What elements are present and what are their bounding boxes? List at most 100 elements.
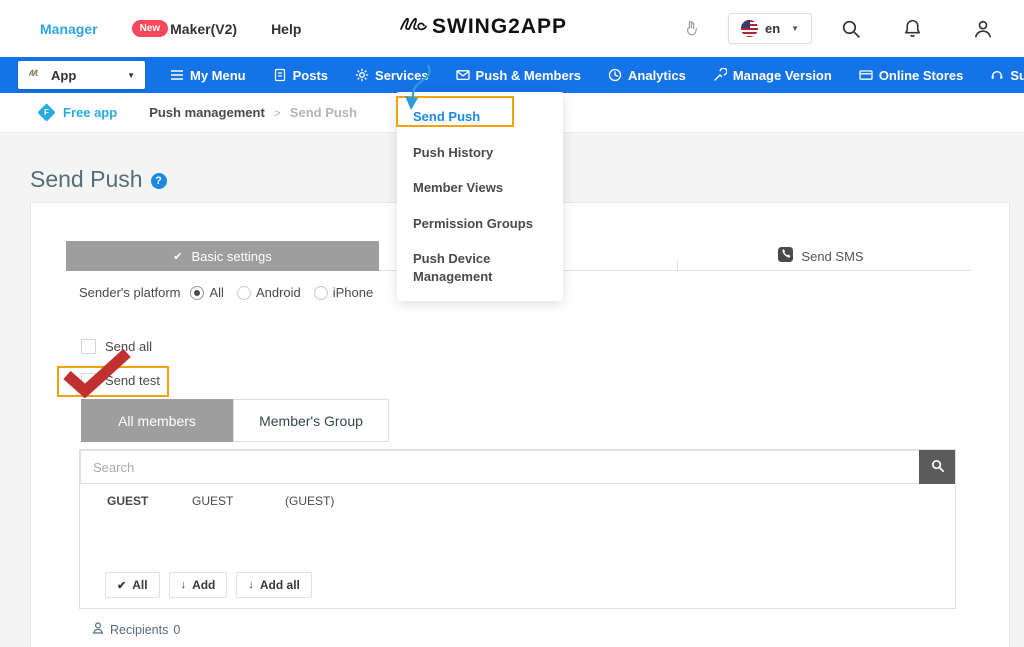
nav-label: Posts [293,68,328,83]
tab-all-members[interactable]: All members [81,399,233,442]
radio-all-control[interactable] [190,286,204,300]
nav-item-manage-version[interactable]: Manage Version [713,68,832,83]
nav-label: Services [375,68,429,83]
send-all-checkbox-row[interactable]: Send all [81,339,152,354]
send-test-checkbox[interactable] [81,373,96,388]
app-selector-label: App [51,68,119,83]
member-row[interactable]: GUEST GUEST (GUEST) [80,494,955,514]
tab-members-group-label: Member's Group [259,413,363,429]
top-header: Manager New Maker(V2) Help SWING2APP [0,0,1024,57]
down-arrow-icon: ↓ [248,579,254,591]
page-title-text: Send Push [30,166,143,193]
member-search-panel: GUEST GUEST (GUEST) ✔ All ↓ Add ↓ Add al… [79,449,956,609]
radio-iphone-control[interactable] [314,286,328,300]
app-selector[interactable]: App ▼ [18,61,145,89]
select-all-button[interactable]: ✔ All [105,572,160,598]
tab-send-sms[interactable]: Send SMS [671,241,971,271]
add-label: Add [192,578,215,592]
menu-icon [170,68,184,82]
headset-icon [990,68,1004,82]
free-app-label: Free app [63,105,117,120]
breadcrumb-separator: > [274,106,281,120]
main-nav: App ▼ My Menu Posts Services Push & Memb… [0,57,1024,93]
card-icon [859,68,873,82]
help-link[interactable]: Help [271,21,301,37]
tab-send-sms-label: Send SMS [801,249,863,264]
free-app-icon: F [37,103,55,121]
nav-item-push-members[interactable]: Push & Members [456,68,581,83]
notifications-bell-icon[interactable] [902,0,923,57]
search-button[interactable] [919,450,955,484]
sender-platform-row: Sender's platform All Android iPhone [79,285,373,300]
page-title: Send Push ? [30,166,167,193]
help-question-icon[interactable]: ? [151,173,167,189]
tab-members-group[interactable]: Member's Group [233,399,389,442]
recipients-status: Recipients 0 [91,621,180,638]
menu-item-push-history[interactable]: Push History [397,135,563,171]
logo-text: SWING2APP [432,15,567,39]
analytics-icon [608,68,622,82]
language-selector[interactable]: en ▼ [728,0,812,57]
breadcrumb-current: Send Push [290,105,357,120]
nav-label: Analytics [628,68,686,83]
add-all-button[interactable]: ↓ Add all [236,572,312,598]
tab-basic-settings[interactable]: ✔ Basic settings [66,241,379,271]
tab-basic-settings-label: Basic settings [192,249,272,264]
menu-item-push-device-management[interactable]: Push Device Management [397,241,563,294]
check-icon: ✔ [173,250,182,263]
menu-item-send-push[interactable]: Send Push [397,99,563,135]
nav-item-online-stores[interactable]: Online Stores [859,68,964,83]
us-flag-icon [741,20,758,37]
manager-link[interactable]: Manager [40,21,98,37]
chevron-down-icon: ▼ [791,24,799,33]
tab-all-members-label: All members [118,413,196,429]
search-input[interactable] [80,450,921,484]
add-button[interactable]: ↓ Add [169,572,228,598]
logo-swirl-icon [398,14,428,40]
account-icon[interactable] [972,0,994,57]
down-arrow-icon: ↓ [181,579,187,591]
nav-label: Support [1010,68,1024,83]
nav-item-support[interactable]: Support [990,68,1024,83]
member-nickname: GUEST [192,494,233,508]
maker-link[interactable]: New Maker(V2) [132,20,237,37]
radio-android-control[interactable] [237,286,251,300]
menu-item-permission-groups[interactable]: Permission Groups [397,206,563,242]
nav-item-services[interactable]: Services [355,68,429,83]
recipients-label: Recipients [110,623,168,637]
search-icon[interactable] [840,0,861,57]
recipients-count: 0 [173,623,180,637]
radio-android-label: Android [256,285,301,300]
send-all-label: Send all [105,339,152,354]
new-badge: New [132,20,169,37]
nav-label: Push & Members [476,68,581,83]
send-test-checkbox-row[interactable]: Send test [81,373,160,388]
mail-icon [456,68,470,82]
platform-radio-group: All Android iPhone [190,285,373,300]
nav-item-my-menu[interactable]: My Menu [170,68,246,83]
magnifier-icon [930,458,945,476]
chevron-down-icon: ▼ [127,71,135,80]
add-all-label: Add all [260,578,300,592]
app-icon [28,66,43,84]
nav-item-posts[interactable]: Posts [273,68,328,83]
logo[interactable]: SWING2APP [398,14,567,40]
menu-item-member-views[interactable]: Member Views [397,170,563,206]
member-display-name: (GUEST) [285,494,334,508]
send-all-checkbox[interactable] [81,339,96,354]
maker-label: Maker(V2) [170,21,237,37]
radio-all[interactable]: All [190,285,223,300]
free-app-badge[interactable]: F Free app [40,105,117,120]
nav-label: Manage Version [733,68,832,83]
nav-item-analytics[interactable]: Analytics [608,68,686,83]
screen: Manager New Maker(V2) Help SWING2APP [0,0,1024,647]
radio-iphone[interactable]: iPhone [314,285,373,300]
posts-icon [273,68,287,82]
nav-label: Online Stores [879,68,964,83]
check-icon: ✔ [117,579,126,592]
nav-label: My Menu [190,68,246,83]
select-all-label: All [132,578,147,592]
sender-platform-label: Sender's platform [79,285,180,300]
radio-android[interactable]: Android [237,285,301,300]
gear-icon [355,68,369,82]
